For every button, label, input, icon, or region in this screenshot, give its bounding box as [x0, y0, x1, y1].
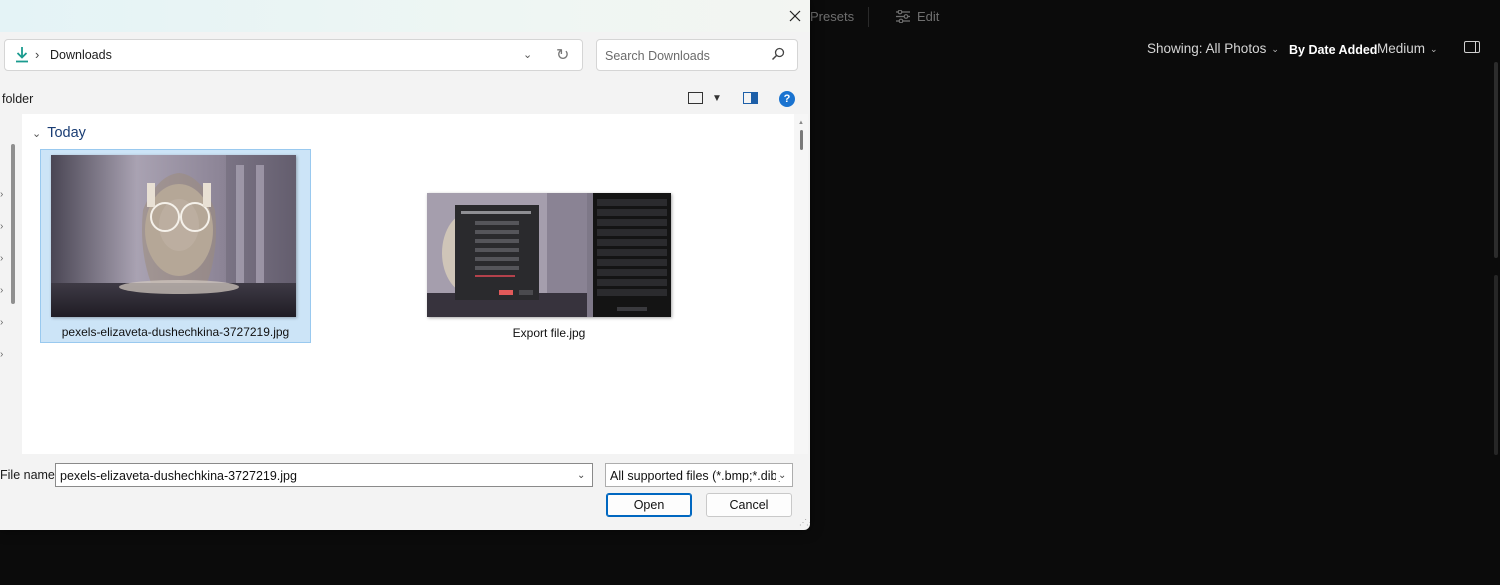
- address-bar[interactable]: › Downloads ⌄ ↻: [4, 39, 583, 71]
- app-scrollbar[interactable]: [1494, 62, 1498, 258]
- scrollbar-thumb[interactable]: [800, 130, 803, 150]
- photo-thumbnail-image: [51, 155, 296, 317]
- file-name-field[interactable]: pexels-elizaveta-dushechkina-3727219.jpg…: [55, 463, 593, 487]
- resize-grip-icon[interactable]: ⋰⋰: [799, 518, 810, 527]
- file-list-scrollbar[interactable]: ▲: [794, 114, 808, 454]
- nav-expand-chevron-icon[interactable]: ›: [0, 253, 3, 264]
- file-open-dialog: › Downloads ⌄ ↻ folder ▼ ? › › › › › › ▲…: [0, 0, 810, 530]
- nav-expand-chevron-icon[interactable]: ›: [0, 317, 3, 328]
- group-header-today[interactable]: ⌄ Today: [32, 125, 86, 141]
- toolbar-divider: [868, 7, 869, 27]
- sort-dropdown[interactable]: By Date Added: [1289, 42, 1377, 57]
- search-box[interactable]: [596, 39, 798, 71]
- address-history-chevron-icon[interactable]: ⌄: [523, 48, 532, 61]
- file-name-label: File name:: [0, 468, 59, 482]
- open-button[interactable]: Open: [606, 493, 692, 517]
- showing-filter-dropdown[interactable]: Showing: All Photos ⌄: [1147, 41, 1279, 56]
- file-type-value: All supported files (*.bmp;*.dib;: [610, 469, 781, 483]
- chevron-down-icon: ⌄: [1430, 44, 1438, 54]
- side-panel-toggle-icon[interactable]: [1464, 41, 1480, 53]
- edit-tab[interactable]: Edit: [895, 9, 939, 24]
- navigation-pane[interactable]: › › › › › ›: [0, 114, 16, 454]
- view-mode-icon[interactable]: [688, 92, 703, 104]
- presets-tab[interactable]: Presets: [810, 9, 854, 24]
- screenshot-thumbnail-image[interactable]: [427, 193, 671, 317]
- app-scrollbar-lower[interactable]: [1494, 275, 1498, 455]
- chevron-down-icon: ⌄: [32, 128, 42, 140]
- group-label: Today: [47, 125, 86, 141]
- nav-expand-chevron-icon[interactable]: ›: [0, 285, 3, 296]
- file-type-select[interactable]: All supported files (*.bmp;*.dib; ⌄: [605, 463, 793, 487]
- cancel-button[interactable]: Cancel: [706, 493, 792, 517]
- new-folder-button[interactable]: folder: [2, 92, 33, 106]
- nav-expand-chevron-icon[interactable]: ›: [0, 189, 3, 200]
- chevron-down-icon[interactable]: ⌄: [776, 470, 787, 481]
- search-input[interactable]: [603, 46, 767, 66]
- refresh-icon[interactable]: ↻: [556, 45, 569, 65]
- close-button[interactable]: [780, 2, 810, 30]
- scroll-up-icon[interactable]: ▲: [798, 120, 804, 126]
- search-icon: [771, 47, 785, 61]
- chevron-down-icon[interactable]: ⌄: [577, 470, 585, 481]
- preview-pane-icon[interactable]: [743, 92, 758, 104]
- edit-label: Edit: [917, 9, 940, 24]
- app-toolbar: Presets Edit: [810, 0, 1500, 36]
- close-icon: [789, 10, 801, 22]
- nav-expand-chevron-icon[interactable]: ›: [0, 349, 3, 360]
- chevron-down-icon: ⌄: [1271, 44, 1279, 54]
- file-name-value[interactable]: pexels-elizaveta-dushechkina-3727219.jpg: [60, 469, 297, 483]
- breadcrumb-chevron-icon[interactable]: ›: [35, 47, 39, 62]
- help-icon[interactable]: ?: [779, 91, 795, 107]
- view-options-chevron-icon[interactable]: ▼: [712, 93, 722, 104]
- file-name-label: Export file.jpg: [512, 326, 586, 340]
- sliders-icon: [896, 9, 910, 24]
- dialog-titlebar[interactable]: [0, 0, 810, 32]
- file-name-label: pexels-elizaveta-dushechkina-3727219.jpg: [61, 325, 290, 339]
- thumbnail-size-dropdown[interactable]: Medium ⌄: [1377, 41, 1438, 56]
- sort-label: By Date Added: [1289, 43, 1378, 57]
- size-label: Medium: [1377, 41, 1426, 56]
- nav-expand-chevron-icon[interactable]: ›: [0, 221, 3, 232]
- download-icon: [16, 47, 28, 63]
- showing-label: Showing: All Photos: [1147, 41, 1267, 56]
- breadcrumb-downloads[interactable]: Downloads: [50, 48, 112, 62]
- nav-pane-scrollbar[interactable]: [11, 144, 15, 304]
